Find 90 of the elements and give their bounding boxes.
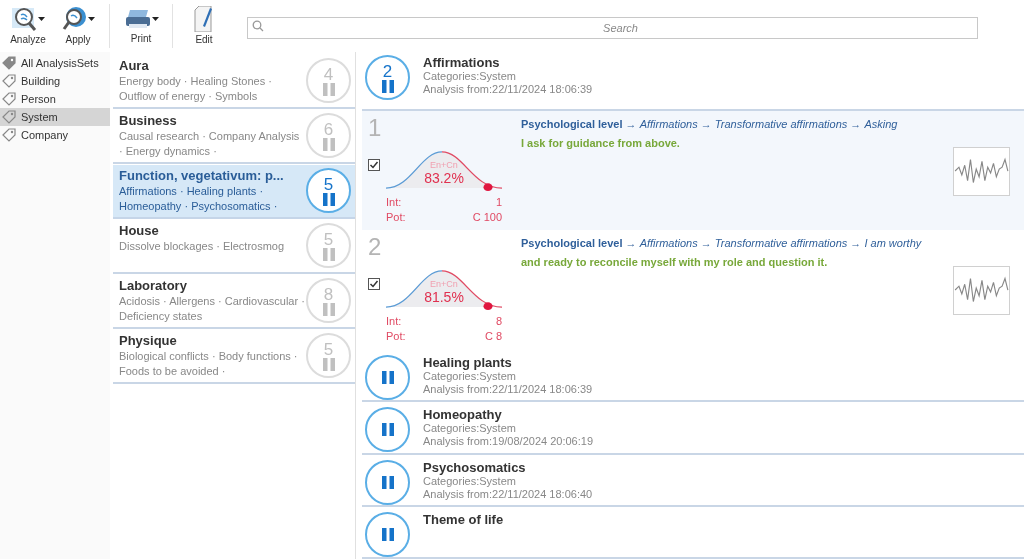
sidebar-item[interactable]: Company (0, 126, 110, 144)
pause-icon (322, 192, 335, 206)
pot-value: C 100 (472, 210, 502, 225)
pause-icon (381, 79, 394, 93)
pot-label: Pot: (386, 210, 406, 225)
tag-icon (2, 74, 16, 88)
set-tags: Acidosis · Allergens · Cardiovascular · Deficiency states (119, 294, 306, 324)
pot-label: Pot: (386, 328, 406, 344)
affirmation-text: I ask for guidance from above. (521, 136, 680, 151)
int-value: 8 (495, 313, 502, 329)
entry-title: Affirmations (423, 55, 501, 70)
toolbar-button[interactable]: Print (116, 2, 166, 50)
set-title: Physique (119, 333, 178, 349)
chart-label: En+Cn (430, 160, 458, 170)
count-badge[interactable]: 5 (306, 168, 351, 213)
entry-title: Homeopathy (423, 407, 503, 423)
entry-categories: Categories:System (423, 370, 517, 384)
set-title: House (119, 223, 160, 239)
tag-icon (2, 92, 16, 106)
pause-icon (381, 423, 394, 437)
percent-value: 81.5% (424, 288, 464, 305)
set-tags: Energy body · Healing Stones · Outflow of energy · Symbols (119, 74, 306, 104)
toolbar-button[interactable]: Apply (53, 2, 103, 50)
set-tags: Dissolve blockages · Electrosmog (119, 239, 306, 254)
analysis-entry[interactable]: Psychosomatics Categories:System Analysis from:22/11/2024 18:06:40 (362, 454, 1024, 507)
result-number: 1 (368, 115, 382, 141)
search-field[interactable]: Search (247, 17, 978, 39)
set-title: Function, vegetativum: p... (119, 168, 285, 184)
waveform-thumbnail (953, 147, 1010, 196)
analysis-set[interactable]: Laboratory Acidosis · Allergens · Cardiovascular · Deficiency states 8 (113, 275, 355, 329)
pot-value: C 8 (484, 328, 502, 344)
entry-categories: Categories:System (423, 474, 516, 488)
result-row[interactable]: 1 En+Cn 83.2% Int: 1 Pot: C 100 Psychological level → Affirmations → Transformative affirmations → Asking I ask for guidance from above. (362, 109, 1024, 230)
notepad-icon (193, 6, 215, 32)
entry-date: Analysis from:19/08/2024 20:06:19 (423, 435, 593, 449)
search-icon (252, 20, 264, 32)
checkbox[interactable] (368, 277, 380, 290)
header-count: 2 (382, 62, 393, 80)
set-tags: Biological conflicts · Body functions · Foods to be avoided · (119, 349, 306, 379)
pause-icon (322, 357, 335, 371)
set-title: Business (119, 113, 178, 129)
pause-icon (322, 302, 335, 316)
analysis-set[interactable]: Function, vegetativum: p... Affirmations · Healing plants · Homeopathy · Psychosomatics · 5 (113, 165, 355, 219)
entry-title: Theme of life (423, 511, 504, 527)
sidebar-item[interactable]: Person (0, 90, 110, 108)
analysis-entry[interactable]: Healing plants Categories:System Analysis from:22/11/2024 18:06:39 (362, 350, 1024, 403)
category-path: Psychological level → Affirmations → Transformative affirmations → I am worthy (521, 235, 923, 251)
result-number: 2 (368, 233, 382, 260)
toolbar-button[interactable]: Analyze (3, 2, 53, 50)
pause-icon (381, 527, 394, 541)
entry-title: Healing plants (423, 355, 513, 371)
checkbox[interactable] (368, 159, 380, 171)
percent-value: 83.2% (424, 170, 464, 186)
sidebar-item[interactable]: All AnalysisSets (0, 54, 110, 72)
int-value: 1 (495, 195, 502, 210)
int-label: Int: (386, 313, 402, 329)
entry-date: Analysis from:22/11/2024 18:06:39 (423, 383, 593, 397)
entry-title: Psychosomatics (423, 459, 527, 475)
entry-date: Analysis from:22/11/2024 18:06:40 (423, 487, 593, 501)
set-tags: Causal research · Company Analysis · Energy dynamics · (119, 129, 306, 159)
entry-categories: Categories:System (423, 70, 517, 83)
analysis-set[interactable]: Physique Biological conflicts · Body functions · Foods to be avoided · 5 (113, 330, 355, 384)
category-path: Psychological level → Affirmations → Transformative affirmations → Asking (521, 117, 899, 132)
affirmation-text: and ready to reconcile myself with my role and question it. (521, 254, 828, 270)
toolbar-button[interactable]: Edit (179, 2, 229, 50)
chart-label: En+Cn (430, 278, 458, 289)
analysis-entry[interactable]: Homeopathy Categories:System Analysis from:19/08/2024 20:06:19 (362, 402, 1024, 455)
pause-icon (381, 371, 394, 385)
analysis-header[interactable]: 2 Affirmations Categories:System Analysis from:22/11/2024 18:06:39 (362, 52, 1024, 109)
pause-icon (322, 82, 335, 96)
entry-categories: Categories:System (423, 422, 517, 436)
analysis-entry[interactable]: Theme of life (362, 506, 1024, 559)
analysis-set[interactable]: House Dissolve blockages · Electrosmog 5 (113, 220, 355, 274)
pause-icon (322, 247, 335, 261)
sidebar-item[interactable]: Building (0, 72, 110, 90)
tag-icon (2, 128, 16, 142)
int-label: Int: (386, 195, 402, 210)
waveform-thumbnail (953, 265, 1010, 315)
magnifier-icon (11, 6, 38, 32)
printer-icon (123, 7, 152, 31)
tag-icon (2, 110, 16, 124)
sidebar-item[interactable]: System (0, 108, 110, 126)
magnifier-icon (61, 6, 88, 32)
pause-icon (381, 475, 394, 489)
set-tags: Affirmations · Healing plants · Homeopathy · Psychosomatics · (119, 184, 306, 214)
set-title: Aura (119, 58, 150, 74)
set-title: Laboratory (119, 278, 188, 294)
analysis-set[interactable]: Aura Energy body · Healing Stones · Outflow of energy · Symbols 4 (113, 55, 355, 109)
pause-icon (322, 137, 335, 151)
entry-date: Analysis from:22/11/2024 18:06:39 (423, 83, 593, 96)
